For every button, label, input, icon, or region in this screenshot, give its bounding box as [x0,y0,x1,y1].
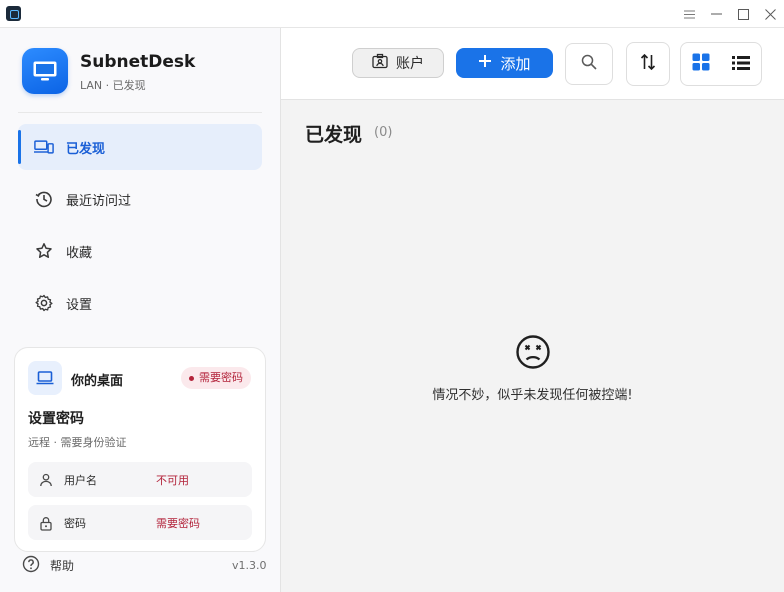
grid-view-button[interactable] [681,43,721,85]
close-icon[interactable] [760,4,780,24]
app-logo-icon [6,6,21,21]
desktop-card: 你的桌面 需要密码 设置密码 远程 · 需要身份验证 用户名 不可用 密码 需要… [14,347,266,552]
help-label: 帮助 [50,559,75,573]
sidebar-item-discovered[interactable]: 已发现 [18,124,262,170]
account-button-label: 账户 [396,56,424,72]
sidebar-item-settings[interactable]: 设置 [18,280,262,326]
monitor-icon [22,48,68,94]
search-button[interactable] [565,43,613,85]
row-label: 用户名 [64,474,97,487]
history-icon [34,189,54,209]
lock-icon [38,515,54,531]
version-label: v1.3.0 [232,559,267,572]
gear-icon [34,293,54,313]
person-icon [38,472,54,488]
sad-face-icon [515,334,551,370]
sidebar-item-label: 收藏 [66,245,93,261]
star-icon [34,241,54,261]
sort-button[interactable] [626,42,670,86]
minimize-icon[interactable] [706,4,726,24]
item-count: (0) [374,125,393,140]
sidebar-item-recent[interactable]: 最近访问过 [18,176,262,222]
sidebar-item-label: 已发现 [66,141,106,157]
card-heading: 设置密码 [28,411,84,427]
grid-view-icon [692,53,710,75]
add-button-label: 添加 [500,54,531,73]
row-value: 不可用 [156,474,189,487]
plus-icon [478,54,492,72]
devices-icon [34,137,54,157]
row-label: 密码 [64,517,86,530]
divider [18,112,262,113]
help-icon [22,555,40,577]
list-view-button[interactable] [721,43,761,85]
account-button[interactable]: 账户 [352,48,444,78]
sidebar-item-label: 最近访问过 [66,193,132,209]
status-badge: 需要密码 [181,367,251,389]
title-bar [0,0,784,28]
page-title: 已发现 [305,124,363,146]
sidebar-item-label: 设置 [66,297,93,313]
view-toggle [680,42,762,86]
main-content: 已发现 (0) 情况不妙，似乎未发现任何被控端! [281,100,784,592]
info-row-password: 密码 需要密码 [28,505,252,540]
id-card-icon [372,53,388,73]
info-row-username: 用户名 不可用 [28,462,252,497]
brand-subtitle: LAN · 已发现 [80,79,146,92]
sort-icon [640,53,656,75]
sidebar: SubnetDesk LAN · 已发现 已发现 最近访问过 收藏 设置 你的桌… [0,28,281,592]
card-subtitle: 远程 · 需要身份验证 [28,436,127,449]
brand-name: SubnetDesk [80,52,196,72]
toolbar: 账户 添加 [281,28,784,100]
list-view-icon [732,55,750,74]
help-link[interactable]: 帮助 [22,555,74,577]
search-icon [581,54,597,74]
laptop-icon [28,361,62,395]
sidebar-item-favorites[interactable]: 收藏 [18,228,262,274]
maximize-icon[interactable] [733,4,753,24]
row-value: 需要密码 [156,517,200,530]
add-button[interactable]: 添加 [456,48,553,78]
card-title: 你的桌面 [71,374,124,389]
empty-state-message: 情况不妙，似乎未发现任何被控端! [432,388,633,403]
menu-icon[interactable] [679,4,699,24]
